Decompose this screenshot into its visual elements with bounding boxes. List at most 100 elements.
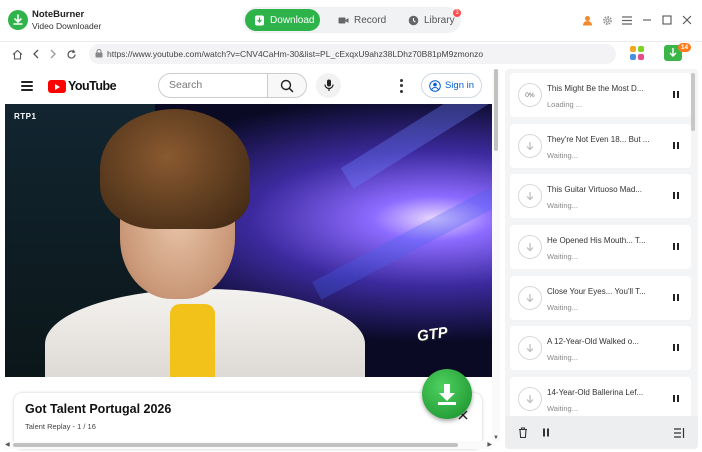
- youtube-search-button[interactable]: [267, 73, 307, 98]
- queue-item[interactable]: Close Your Eyes... You'll T... Waiting..…: [510, 276, 691, 320]
- scrollbar-thumb[interactable]: [13, 443, 458, 447]
- queue-item-status: Waiting...: [547, 151, 578, 160]
- url-text: https://www.youtube.com/watch?v=CNV4CaHm…: [107, 49, 484, 59]
- trash-icon[interactable]: [517, 427, 528, 438]
- sign-in-button[interactable]: Sign in: [421, 73, 482, 98]
- library-badge: 3: [453, 9, 461, 17]
- clock-icon: [408, 15, 419, 25]
- more-options-icon[interactable]: [398, 78, 404, 94]
- queue-item[interactable]: 14-Year-Old Ballerina Lef... Waiting...: [510, 377, 691, 421]
- stage-light: [340, 104, 490, 189]
- pause-icon[interactable]: [673, 91, 681, 99]
- hamburger-menu-icon[interactable]: [21, 81, 33, 91]
- address-row: https://www.youtube.com/watch?v=CNV4CaHm…: [0, 42, 702, 66]
- video-player[interactable]: RTP1 GTP: [5, 104, 492, 377]
- vertical-scrollbar[interactable]: ▼: [492, 69, 500, 441]
- microphone-icon: [323, 79, 334, 91]
- app-subtitle: Video Downloader: [32, 21, 102, 31]
- scroll-down-icon[interactable]: ▼: [493, 435, 499, 441]
- close-icon[interactable]: [680, 13, 694, 27]
- title-bar: NoteBurner Video Downloader Download Rec…: [0, 0, 702, 42]
- queue-item-status: Loading ...: [547, 100, 583, 109]
- download-pending-icon: [518, 184, 542, 208]
- user-icon[interactable]: [580, 13, 594, 27]
- youtube-logo-icon[interactable]: [48, 80, 66, 93]
- app-logo: [8, 10, 28, 30]
- search-icon: [280, 79, 294, 93]
- show-watermark: GTP: [415, 323, 449, 346]
- stage-light: [312, 188, 492, 300]
- progress-indicator: 0%: [518, 83, 542, 107]
- queue-toolbar: [505, 416, 698, 449]
- extension-badge: 14: [678, 43, 691, 52]
- video-title: Got Talent Portugal 2026: [25, 402, 172, 416]
- settings-gear-icon[interactable]: [600, 13, 614, 27]
- scroll-left-icon[interactable]: ◀: [5, 441, 10, 448]
- voice-search-button[interactable]: [316, 73, 341, 98]
- scrollbar-thumb[interactable]: [494, 69, 498, 151]
- minimize-icon[interactable]: [640, 13, 654, 27]
- queue-item-status: Waiting...: [547, 353, 578, 362]
- reload-icon[interactable]: [64, 47, 78, 61]
- youtube-search-input[interactable]: Search: [158, 73, 267, 98]
- download-pending-icon: [518, 134, 542, 158]
- youtube-header: YouTube Search Sign in: [5, 69, 497, 103]
- download-fab-button[interactable]: [422, 369, 472, 419]
- tab-library-label: Library: [424, 14, 455, 26]
- video-camera-icon: [338, 17, 349, 23]
- tab-download[interactable]: Download: [245, 9, 320, 31]
- sign-in-label: Sign in: [444, 80, 475, 91]
- queue-item-title: Close Your Eyes... You'll T...: [547, 287, 646, 296]
- tab-library[interactable]: Library: [399, 9, 459, 31]
- tab-record-label: Record: [354, 14, 387, 26]
- pause-icon[interactable]: [673, 142, 681, 150]
- queue-item[interactable]: He Opened His Mouth... T... Waiting...: [510, 225, 691, 269]
- performer-undershirt: [170, 304, 215, 377]
- url-bar[interactable]: https://www.youtube.com/watch?v=CNV4CaHm…: [89, 44, 616, 64]
- queue-item-status: Waiting...: [547, 252, 578, 261]
- scroll-right-icon[interactable]: ▶: [487, 441, 492, 448]
- tab-download-label: Download: [270, 14, 315, 26]
- pause-icon[interactable]: [673, 294, 681, 302]
- maximize-icon[interactable]: [660, 13, 674, 27]
- app-name: NoteBurner: [32, 9, 85, 20]
- queue-item[interactable]: 0% This Might Be the Most D... Loading .…: [510, 73, 691, 117]
- pause-icon[interactable]: [673, 192, 681, 200]
- queue-item-status: Waiting...: [547, 303, 578, 312]
- queue-scrollbar[interactable]: [691, 73, 695, 131]
- pause-icon[interactable]: [673, 344, 681, 352]
- download-arrow-icon: [438, 384, 456, 405]
- playlist-position: Talent Replay - 1 / 16: [25, 422, 96, 431]
- horizontal-scrollbar[interactable]: ◀ ▶: [5, 441, 492, 449]
- queue-item-title: He Opened His Mouth... T...: [547, 236, 646, 245]
- menu-icon[interactable]: [620, 13, 634, 27]
- back-icon[interactable]: [29, 47, 43, 61]
- queue-item[interactable]: This Guitar Virtuoso Mad... Waiting...: [510, 174, 691, 218]
- download-pending-icon: [518, 286, 542, 310]
- apps-grid-icon[interactable]: [630, 46, 644, 60]
- forward-icon[interactable]: [46, 47, 60, 61]
- queue-item[interactable]: They're Not Even 18... But ... Waiting..…: [510, 124, 691, 168]
- queue-item-title: A 12-Year-Old Walked o...: [547, 337, 639, 346]
- youtube-logo-text[interactable]: YouTube: [68, 79, 117, 93]
- pause-icon[interactable]: [673, 243, 681, 251]
- download-icon: [255, 15, 264, 25]
- channel-watermark: RTP1: [14, 112, 37, 121]
- queue-item-status: Waiting...: [547, 201, 578, 210]
- queue-item[interactable]: A 12-Year-Old Walked o... Waiting...: [510, 326, 691, 370]
- performer-hair: [100, 109, 250, 229]
- main-nav: Download Record Library: [243, 7, 461, 33]
- pause-icon[interactable]: [673, 395, 681, 403]
- list-menu-icon[interactable]: [674, 427, 685, 438]
- pause-all-icon[interactable]: [540, 427, 551, 438]
- queue-item-title: 14-Year-Old Ballerina Lef...: [547, 388, 644, 397]
- download-queue-panel: 0% This Might Be the Most D... Loading .…: [505, 69, 698, 449]
- tab-record[interactable]: Record: [329, 9, 391, 31]
- queue-item-title: They're Not Even 18... But ...: [547, 135, 650, 144]
- home-icon[interactable]: [10, 47, 24, 61]
- queue-item-status: Waiting...: [547, 404, 578, 413]
- download-pending-icon: [518, 235, 542, 259]
- queue-item-title: This Might Be the Most D...: [547, 84, 644, 93]
- lock-icon: [95, 49, 103, 58]
- account-icon: [429, 79, 441, 92]
